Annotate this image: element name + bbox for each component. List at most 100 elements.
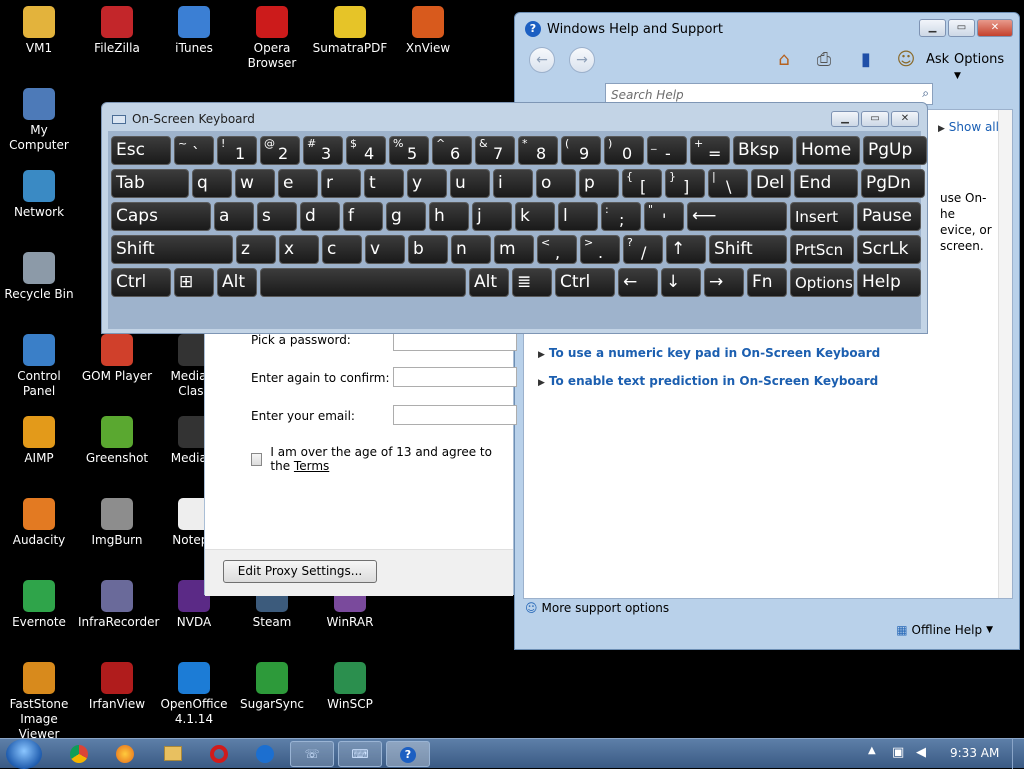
key[interactable]: Ctrl [111, 268, 171, 297]
key[interactable]: ↑ [666, 235, 706, 264]
key[interactable]: c [322, 235, 362, 264]
taskbar-osk-app[interactable]: ⌨ [338, 741, 382, 767]
search-icon[interactable]: ⌕ [922, 86, 929, 101]
key[interactable]: PgUp [863, 136, 927, 165]
key[interactable]: f [343, 202, 383, 231]
desktop-icon[interactable]: InfraRecorder [78, 580, 159, 630]
tray-volume-icon[interactable]: ◀ [916, 745, 926, 760]
key[interactable]: Shift [709, 235, 787, 264]
key[interactable]: (9 [561, 136, 601, 165]
key[interactable]: → [704, 268, 744, 297]
desktop-icon[interactable]: AIMP [0, 416, 78, 466]
key[interactable]: <, [537, 235, 577, 264]
clock[interactable]: 9:33 AM [950, 746, 999, 760]
key[interactable]: r [321, 169, 361, 198]
email-field[interactable] [393, 405, 517, 425]
key[interactable]: l [558, 202, 598, 231]
key[interactable]: Home [796, 136, 860, 165]
ask-button[interactable]: Ask [926, 52, 949, 67]
help-scrollbar[interactable] [998, 110, 1012, 598]
home-icon[interactable]: ⌂ [771, 47, 797, 73]
key[interactable]: i [493, 169, 533, 198]
taskbar-explorer-icon[interactable] [164, 746, 182, 761]
key[interactable]: ↓ [661, 268, 701, 297]
start-button[interactable] [6, 739, 42, 769]
key[interactable]: s [257, 202, 297, 231]
minimize-button[interactable]: ▁ [919, 19, 946, 37]
terms-link[interactable]: Terms [294, 459, 329, 473]
key[interactable]: #3 [303, 136, 343, 165]
key[interactable]: y [407, 169, 447, 198]
desktop-icon[interactable]: XnView [389, 6, 467, 56]
taskbar-app-icon[interactable] [256, 745, 274, 763]
options-menu[interactable]: Options ▼ [954, 52, 1011, 82]
taskbar-chrome-icon[interactable] [70, 745, 88, 763]
key[interactable]: ← [618, 268, 658, 297]
desktop-icon[interactable]: IrfanView [78, 662, 156, 712]
desktop-icon[interactable]: Evernote [0, 580, 78, 630]
key[interactable]: " ' [644, 202, 684, 231]
key[interactable]: t [364, 169, 404, 198]
desktop-icon[interactable]: Network [0, 170, 78, 220]
key[interactable]: j [472, 202, 512, 231]
key[interactable]: x [279, 235, 319, 264]
key[interactable]: h [429, 202, 469, 231]
key[interactable]: PgDn [861, 169, 925, 198]
key[interactable]: Tab [111, 169, 189, 198]
desktop-icon[interactable]: My Computer [0, 88, 78, 153]
key[interactable]: Options [790, 268, 854, 297]
more-support-options[interactable]: ☺ More support options [525, 601, 669, 615]
key[interactable]: :; [601, 202, 641, 231]
desktop-icon[interactable]: VM1 [0, 6, 78, 56]
desktop-icon[interactable]: Opera Browser [233, 6, 311, 71]
link-text-prediction[interactable]: ▶ To enable text prediction in On-Screen … [538, 374, 878, 388]
key[interactable]: + = [690, 136, 730, 165]
key[interactable]: Alt [469, 268, 509, 297]
key[interactable]: m [494, 235, 534, 264]
key[interactable]: Ctrl [555, 268, 615, 297]
key[interactable]: ≣ [512, 268, 552, 297]
key[interactable]: & 7 [475, 136, 515, 165]
key[interactable]: q [192, 169, 232, 198]
taskbar-firefox-icon[interactable] [116, 745, 134, 763]
key[interactable]: | \ [708, 169, 748, 198]
close-button[interactable]: ✕ [977, 19, 1013, 37]
key[interactable]: n [451, 235, 491, 264]
confirm-password-field[interactable] [393, 367, 517, 387]
key[interactable]: End [794, 169, 858, 198]
age-terms-checkbox[interactable] [251, 452, 263, 466]
desktop-icon[interactable]: Greenshot [78, 416, 156, 466]
desktop-icon[interactable]: ImgBurn [78, 498, 156, 548]
key[interactable]: u [450, 169, 490, 198]
show-all-link[interactable]: ▶ Show all [938, 120, 999, 134]
desktop-icon[interactable]: FastStone Image Viewer [0, 662, 78, 742]
key[interactable]: ScrLk [857, 235, 921, 264]
desktop-icon[interactable]: Recycle Bin [0, 252, 78, 302]
key[interactable]: v [365, 235, 405, 264]
show-desktop-button[interactable] [1012, 739, 1024, 769]
key[interactable]: k [515, 202, 555, 231]
password-field[interactable] [393, 331, 517, 351]
key[interactable]: g [386, 202, 426, 231]
key[interactable]: * 8 [518, 136, 558, 165]
key[interactable]: PrtScn [790, 235, 854, 264]
taskbar-help-app[interactable]: ? [386, 741, 430, 767]
key[interactable]: Del [751, 169, 791, 198]
key[interactable]: {[ [622, 169, 662, 198]
desktop-icon[interactable]: FileZilla [78, 6, 156, 56]
osk-restore-button[interactable]: ▭ [861, 111, 889, 127]
forward-button[interactable]: → [569, 47, 595, 73]
offline-help-menu[interactable]: ▦ Offline Help ▼ [896, 623, 993, 637]
desktop-icon[interactable]: iTunes [155, 6, 233, 56]
print-icon[interactable]: ⎙ [811, 47, 837, 73]
key[interactable]: }] [665, 169, 705, 198]
key[interactable]: d [300, 202, 340, 231]
taskbar-opera-icon[interactable] [210, 745, 228, 763]
osk-close-button[interactable]: ✕ [891, 111, 919, 127]
back-button[interactable]: ← [529, 47, 555, 73]
key[interactable]: ! 1 [217, 136, 257, 165]
key[interactable]: Pause [857, 202, 921, 231]
tray-network-icon[interactable]: ▣ [892, 745, 904, 760]
key[interactable]: ⟵ [687, 202, 787, 231]
ask-icon[interactable]: ☺ [893, 47, 919, 73]
